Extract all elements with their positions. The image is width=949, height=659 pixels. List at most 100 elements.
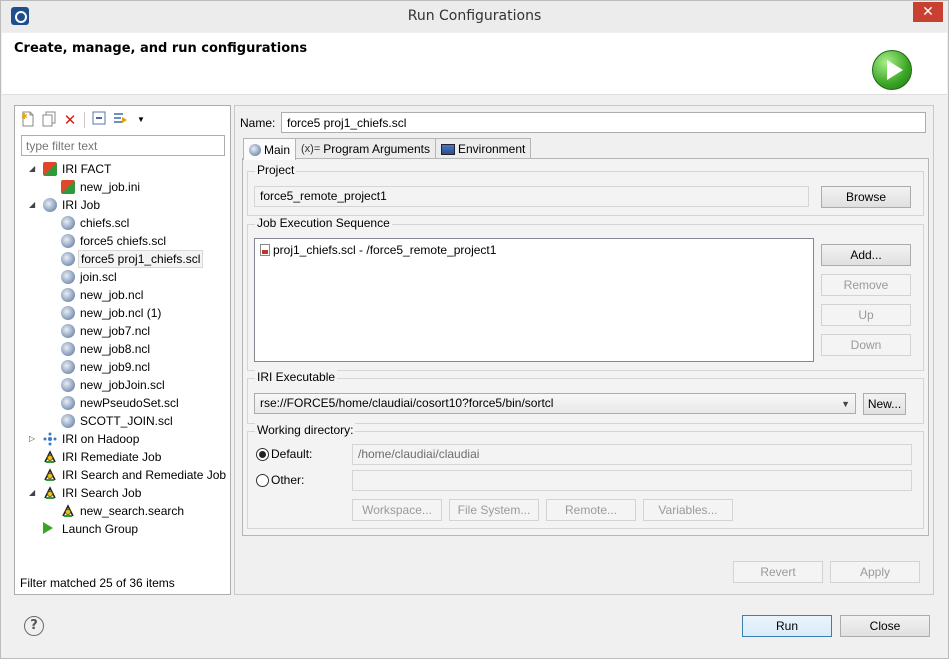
tree-item[interactable]: new_job7.ncl [15,322,230,340]
window-title: Run Configurations [407,8,542,24]
fact-icon [61,180,75,194]
new-configuration-icon[interactable]: ✱ [19,111,37,129]
project-group: Project force5_remote_project1 Browse [247,163,924,216]
remediate-icon [43,486,57,500]
remove-button[interactable]: Remove [821,274,911,296]
tree-item-label: new_job.ini [80,180,141,194]
new-executable-button[interactable]: New... [863,393,906,415]
tree-item[interactable]: new_job.ncl (1) [15,304,230,322]
chevron-down-icon[interactable]: ▼ [132,111,150,129]
tab-bar: Main (x)= Program Arguments Environment [243,138,532,160]
main-tab-content: Project force5_remote_project1 Browse Jo… [242,158,929,536]
tab-environment[interactable]: Environment [434,138,532,159]
tree-item[interactable]: chiefs.scl [15,214,230,232]
other-label: Other: [271,473,305,487]
remediate-icon [43,468,57,482]
tree-item[interactable]: join.scl [15,268,230,286]
collapse-toggle-icon[interactable]: ◢ [29,196,39,214]
tree-item[interactable]: IRI Search and Remediate Job [15,466,230,484]
run-button[interactable]: Run [742,615,832,637]
svg-text:✱: ✱ [21,112,28,121]
collapse-all-icon[interactable] [90,111,108,129]
tree-item-label: new_job7.ncl [80,324,151,338]
executable-value: rse://FORCE5/home/claudiai/cosort10?forc… [260,396,554,410]
tree-item[interactable]: newPseudoSet.scl [15,394,230,412]
remediate-icon [61,504,75,518]
job-icon [61,396,75,410]
job-sequence-list[interactable]: proj1_chiefs.scl - /force5_remote_projec… [254,238,814,362]
title-bar: Run Configurations ✕ [1,1,948,32]
other-directory-field[interactable] [352,470,912,491]
tree-item[interactable]: new_jobJoin.scl [15,376,230,394]
tab-program-arguments[interactable]: (x)= Program Arguments [295,138,436,159]
collapse-toggle-icon[interactable]: ◢ [29,160,39,178]
down-button[interactable]: Down [821,334,911,356]
tree-item-label: new_job9.ncl [80,360,151,374]
filter-configurations-icon[interactable] [111,111,129,129]
name-label: Name: [240,116,276,130]
hadoop-icon [43,432,57,446]
tree-item[interactable]: force5 chiefs.scl [15,232,230,250]
delete-configuration-icon[interactable]: ✕ [61,111,79,129]
filter-input[interactable] [21,135,225,156]
list-item-label: proj1_chiefs.scl - /force5_remote_projec… [273,243,497,257]
tab-main-label: Main [264,142,291,157]
default-radio[interactable] [256,448,269,461]
configuration-tree: ◢ IRI FACT new_job.ini ◢ IRI Job chiefs.scl fo… [15,160,230,538]
job-icon [61,306,75,320]
duplicate-configuration-icon[interactable] [40,111,58,129]
tree-item[interactable]: Launch Group [15,520,230,538]
variable-icon: (x)= [301,143,321,155]
project-group-label: Project [255,163,297,177]
tab-main[interactable]: Main [243,138,297,160]
expand-toggle-icon[interactable]: ▷ [29,430,39,448]
project-field[interactable]: force5_remote_project1 [254,186,809,207]
tree-item-label: new_job8.ncl [80,342,151,356]
name-input[interactable] [281,112,926,133]
job-icon [61,234,75,248]
list-item[interactable]: proj1_chiefs.scl - /force5_remote_projec… [260,243,496,257]
tree-item[interactable]: ▷ IRI on Hadoop [15,430,230,448]
file-system-button[interactable]: File System... [449,499,539,521]
header-banner: Create, manage, and run configurations [2,33,947,95]
job-icon [249,143,261,156]
apply-button[interactable]: Apply [830,561,920,583]
add-button[interactable]: Add... [821,244,911,266]
tree-item-label: IRI Search Job [62,486,142,500]
close-button[interactable]: Close [840,615,930,637]
executable-select[interactable]: rse://FORCE5/home/claudiai/cosort10?forc… [254,393,856,414]
tree-item-label: IRI FACT [62,162,112,176]
executable-label: IRI Executable [255,370,338,384]
browse-button[interactable]: Browse [821,186,911,208]
workspace-button[interactable]: Workspace... [352,499,442,521]
job-icon [61,270,75,284]
variables-button[interactable]: Variables... [643,499,733,521]
configurations-toolbar: ✱ ✕ ▼ [19,109,150,131]
tree-item[interactable]: IRI Remediate Job [15,448,230,466]
job-icon [61,252,75,266]
tree-item[interactable]: SCOTT_JOIN.scl [15,412,230,430]
tree-item[interactable]: ◢ IRI FACT [15,160,230,178]
window-close-button[interactable]: ✕ [913,2,943,22]
remote-button[interactable]: Remote... [546,499,636,521]
tree-item-label: chiefs.scl [80,216,130,230]
tree-item[interactable]: new_job.ini [15,178,230,196]
tree-item[interactable]: ◢ IRI Search Job [15,484,230,502]
tree-item-label: SCOTT_JOIN.scl [80,414,173,428]
help-icon[interactable]: ? [24,616,44,636]
tree-item[interactable]: new_search.search [15,502,230,520]
tree-item[interactable]: new_job.ncl [15,286,230,304]
tree-item[interactable]: force5 proj1_chiefs.scl [15,250,230,268]
banner-title: Create, manage, and run configurations [14,41,308,56]
tree-item[interactable]: ◢ IRI Job [15,196,230,214]
up-button[interactable]: Up [821,304,911,326]
collapse-toggle-icon[interactable]: ◢ [29,484,39,502]
script-file-icon [260,244,270,256]
tree-item[interactable]: new_job9.ncl [15,358,230,376]
other-radio[interactable] [256,474,269,487]
job-icon [43,198,57,212]
tab-program-arguments-label: Program Arguments [323,142,430,156]
revert-button[interactable]: Revert [733,561,823,583]
tree-item[interactable]: new_job8.ncl [15,340,230,358]
executable-group: IRI Executable rse://FORCE5/home/claudia… [247,370,924,424]
